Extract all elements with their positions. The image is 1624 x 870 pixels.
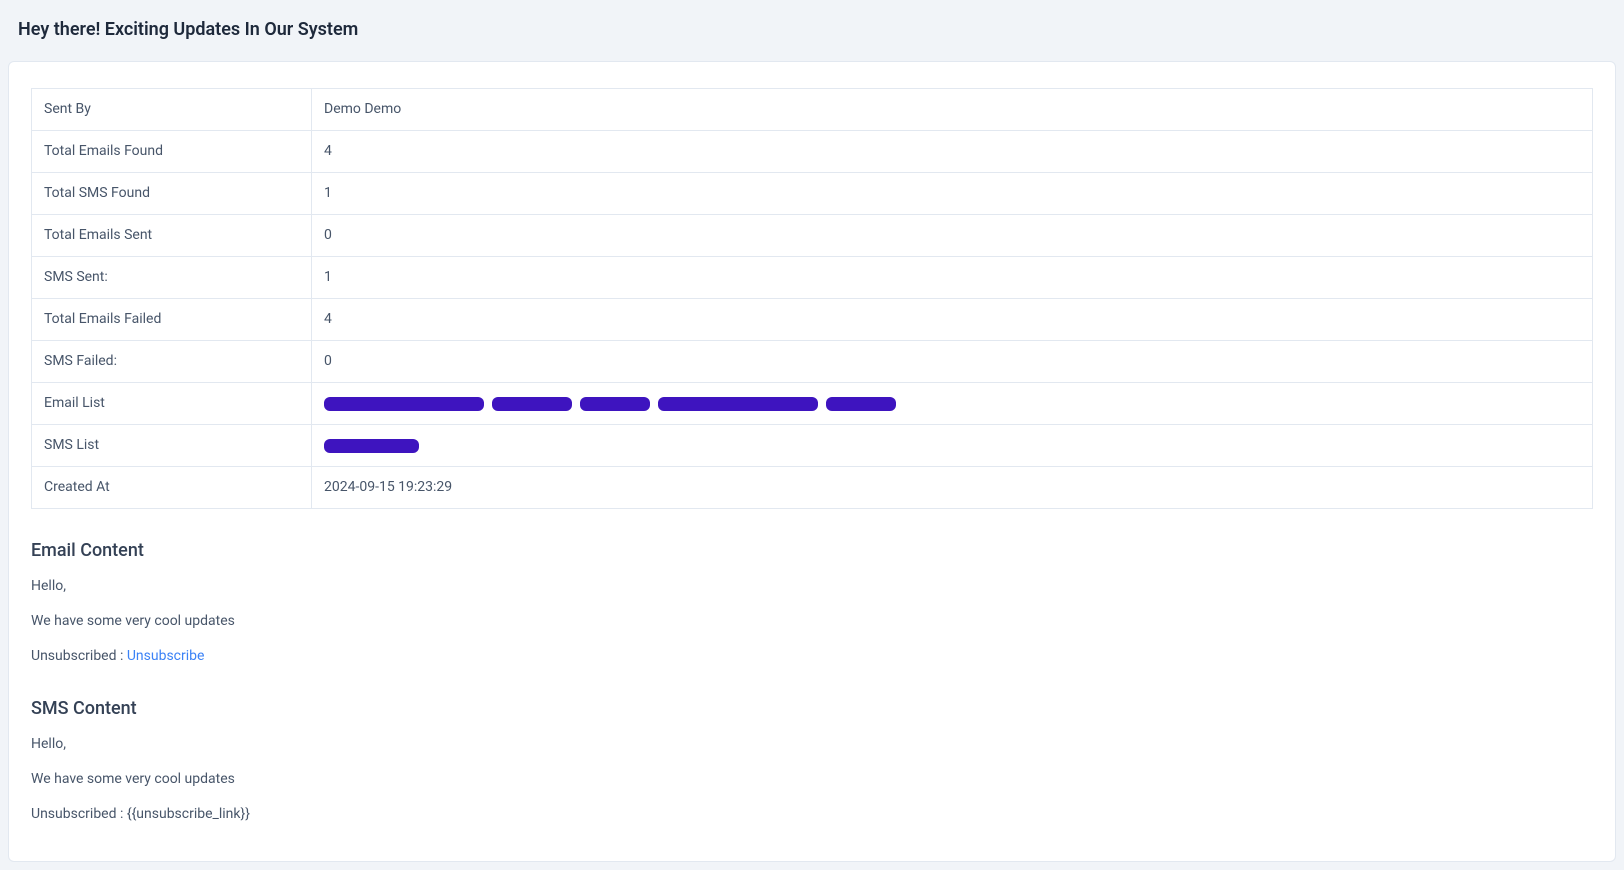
row-value: 0 — [312, 341, 1593, 383]
table-row: Email List — [32, 383, 1593, 425]
redacted-email-segment — [658, 397, 818, 411]
row-label: Total Emails Found — [32, 131, 312, 173]
row-label: SMS Failed: — [32, 341, 312, 383]
row-value: 2024-09-15 19:23:29 — [312, 467, 1593, 509]
redacted-email-segment — [580, 397, 650, 411]
row-value: 1 — [312, 257, 1593, 299]
redacted-sms-segment — [324, 439, 419, 453]
email-content-block: Hello, We have some very cool updates Un… — [31, 576, 1593, 667]
table-row: Total SMS Found1 — [32, 173, 1593, 215]
redacted-email-segment — [826, 397, 896, 411]
row-label: Total Emails Failed — [32, 299, 312, 341]
row-label: Total Emails Sent — [32, 215, 312, 257]
table-row: Total Emails Found4 — [32, 131, 1593, 173]
sms-content-heading: SMS Content — [31, 695, 1593, 722]
row-label: Email List — [32, 383, 312, 425]
row-label: SMS List — [32, 425, 312, 467]
page-title: Hey there! Exciting Updates In Our Syste… — [0, 0, 1624, 61]
sms-content-block: Hello, We have some very cool updates Un… — [31, 734, 1593, 825]
email-content-heading: Email Content — [31, 537, 1593, 564]
row-label: Total SMS Found — [32, 173, 312, 215]
sms-line-2: We have some very cool updates — [31, 769, 1593, 790]
email-unsubscribe-line: Unsubscribed : Unsubscribe — [31, 646, 1593, 667]
email-line-1: Hello, — [31, 576, 1593, 597]
row-label: Created At — [32, 467, 312, 509]
details-card: Sent ByDemo DemoTotal Emails Found4Total… — [8, 61, 1616, 862]
redacted-email-segment — [324, 397, 484, 411]
row-label: Sent By — [32, 89, 312, 131]
row-value: 0 — [312, 215, 1593, 257]
email-unsub-prefix: Unsubscribed : — [31, 648, 127, 664]
sms-unsubscribe-line: Unsubscribed : {{unsubscribe_link}} — [31, 804, 1593, 825]
table-row: Total Emails Failed4 — [32, 299, 1593, 341]
row-value — [312, 425, 1593, 467]
row-value: Demo Demo — [312, 89, 1593, 131]
row-value: 1 — [312, 173, 1593, 215]
sms-line-1: Hello, — [31, 734, 1593, 755]
table-row: SMS Sent:1 — [32, 257, 1593, 299]
email-line-2: We have some very cool updates — [31, 611, 1593, 632]
row-label: SMS Sent: — [32, 257, 312, 299]
row-value: 4 — [312, 299, 1593, 341]
details-table: Sent ByDemo DemoTotal Emails Found4Total… — [31, 88, 1593, 509]
row-value: 4 — [312, 131, 1593, 173]
table-row: SMS Failed:0 — [32, 341, 1593, 383]
redacted-email-segment — [492, 397, 572, 411]
table-row: SMS List — [32, 425, 1593, 467]
table-row: Sent ByDemo Demo — [32, 89, 1593, 131]
table-row: Total Emails Sent0 — [32, 215, 1593, 257]
row-value — [312, 383, 1593, 425]
table-row: Created At2024-09-15 19:23:29 — [32, 467, 1593, 509]
unsubscribe-link[interactable]: Unsubscribe — [127, 648, 205, 664]
